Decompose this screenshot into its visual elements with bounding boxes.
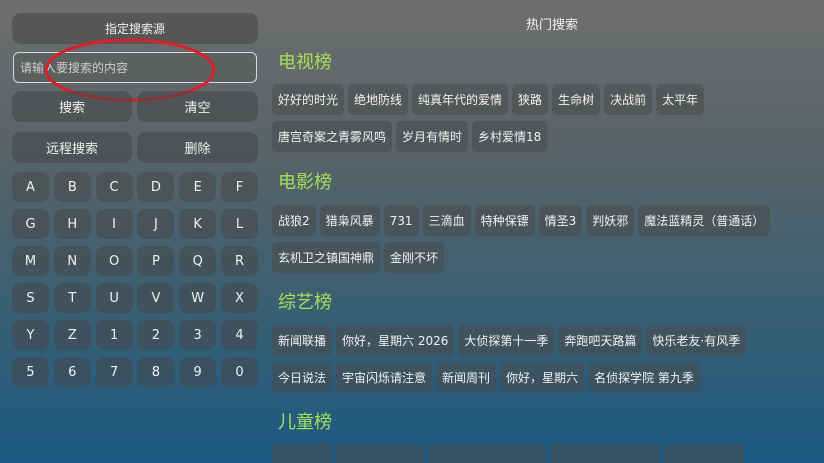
- hot-search-tag[interactable]: 大侦探第十一季: [458, 325, 555, 356]
- hot-search-tag[interactable]: 猎枭风暴: [319, 205, 380, 236]
- key-d[interactable]: D: [137, 172, 175, 202]
- hot-search-tag[interactable]: 太平年: [656, 84, 705, 115]
- hot-search-tag[interactable]: 名侦探学院 第九季: [588, 362, 700, 393]
- key-j[interactable]: J: [137, 209, 175, 239]
- remote-search-button[interactable]: 远程搜索: [12, 132, 132, 163]
- hot-search-tag[interactable]: 玄机卫之镇国神鼎: [272, 242, 381, 273]
- hot-search-tag[interactable]: 战狼2: [272, 205, 316, 236]
- key-9[interactable]: 9: [179, 357, 217, 387]
- key-a[interactable]: A: [12, 172, 49, 202]
- kids-tag[interactable]: [428, 444, 546, 463]
- hot-search-tag[interactable]: 新闻联播: [272, 325, 333, 356]
- key-f[interactable]: F: [220, 172, 258, 202]
- hot-search-tag[interactable]: 魔法蓝精灵（普通话）: [638, 205, 771, 236]
- key-b[interactable]: B: [53, 172, 91, 202]
- hot-search-tag[interactable]: 绝地防线: [348, 84, 409, 115]
- key-h[interactable]: H: [53, 209, 91, 239]
- movie-row-2: 玄机卫之镇国神鼎 金刚不坏: [272, 242, 445, 273]
- movie-row-1: 战狼2 猎枭风暴 731 三滴血 特种保镖 情圣3 判妖邪 魔法蓝精灵（普通话）: [272, 205, 771, 236]
- hot-search-tag[interactable]: 731: [383, 205, 419, 236]
- key-7[interactable]: 7: [95, 357, 133, 387]
- hot-search-tag[interactable]: 三滴血: [422, 205, 471, 236]
- kids-tag[interactable]: [272, 444, 332, 463]
- key-p[interactable]: P: [137, 246, 175, 276]
- hot-search-tag[interactable]: 奔跑吧天路篇: [558, 325, 643, 356]
- key-l[interactable]: L: [220, 209, 258, 239]
- key-v[interactable]: V: [137, 283, 175, 313]
- key-z[interactable]: Z: [53, 320, 91, 350]
- key-u[interactable]: U: [95, 283, 133, 313]
- tv-ranking-title: 电视榜: [278, 52, 332, 73]
- key-y[interactable]: Y: [12, 320, 49, 350]
- key-q[interactable]: Q: [179, 246, 217, 276]
- key-r[interactable]: R: [220, 246, 258, 276]
- virtual-keyboard: ABCDEF GHIJKL MNOPQR STUVWX YZ1234 567890: [12, 172, 258, 387]
- key-5[interactable]: 5: [12, 357, 49, 387]
- hot-search-tag[interactable]: 情圣3: [538, 205, 583, 236]
- variety-ranking-title: 综艺榜: [278, 292, 332, 313]
- hot-search-tag[interactable]: 纯真年代的爱情: [412, 84, 509, 115]
- variety-row-2: 今日说法 宇宙闪烁请注意 新闻周刊 你好，星期六 名侦探学院 第九季: [272, 362, 700, 393]
- key-2[interactable]: 2: [137, 320, 175, 350]
- movie-ranking-title: 电影榜: [278, 172, 332, 193]
- key-8[interactable]: 8: [137, 357, 175, 387]
- key-w[interactable]: W: [179, 283, 217, 313]
- key-k[interactable]: K: [179, 209, 217, 239]
- kids-tag[interactable]: [550, 444, 660, 463]
- key-o[interactable]: O: [95, 246, 133, 276]
- kids-tag[interactable]: [336, 444, 424, 463]
- hot-search-tag[interactable]: 好好的时光: [272, 84, 345, 115]
- kids-ranking-title: 儿童榜: [278, 412, 332, 433]
- hot-search-tag[interactable]: 新闻周刊: [436, 362, 497, 393]
- key-c[interactable]: C: [95, 172, 133, 202]
- hot-search-tag[interactable]: 快乐老友·有风季: [646, 325, 747, 356]
- key-i[interactable]: I: [95, 209, 133, 239]
- hot-search-tag[interactable]: 金刚不坏: [384, 242, 445, 273]
- hot-search-tag[interactable]: 你好，星期六: [500, 362, 585, 393]
- delete-button[interactable]: 删除: [137, 132, 258, 163]
- key-1[interactable]: 1: [95, 320, 133, 350]
- hot-search-tag[interactable]: 判妖邪: [586, 205, 635, 236]
- key-n[interactable]: N: [53, 246, 91, 276]
- kids-row-1: [272, 444, 744, 463]
- key-e[interactable]: E: [179, 172, 217, 202]
- clear-button[interactable]: 清空: [137, 91, 258, 122]
- specify-source-button[interactable]: 指定搜索源: [12, 13, 258, 44]
- variety-row-1: 新闻联播 你好，星期六 2026 大侦探第十一季 奔跑吧天路篇 快乐老友·有风季: [272, 325, 747, 356]
- hot-search-tag[interactable]: 今日说法: [272, 362, 333, 393]
- hot-search-tag[interactable]: 唐宫奇案之青雾风鸣: [272, 121, 393, 152]
- hot-search-title: 热门搜索: [525, 18, 578, 33]
- key-0[interactable]: 0: [220, 357, 258, 387]
- key-s[interactable]: S: [12, 283, 49, 313]
- tv-row-1: 好好的时光 绝地防线 纯真年代的爱情 狭路 生命树 决战前 太平年: [272, 84, 705, 115]
- search-button[interactable]: 搜索: [12, 91, 132, 122]
- hot-search-tag[interactable]: 生命树: [552, 84, 601, 115]
- hot-search-tag[interactable]: 特种保镖: [474, 205, 535, 236]
- hot-search-tag[interactable]: 宇宙闪烁请注意: [336, 362, 433, 393]
- key-g[interactable]: G: [12, 209, 49, 239]
- hot-search-tag[interactable]: 乡村爱情18: [472, 121, 548, 152]
- hot-search-tag[interactable]: 决战前: [604, 84, 653, 115]
- key-t[interactable]: T: [53, 283, 91, 313]
- key-4[interactable]: 4: [220, 320, 258, 350]
- hot-search-tag[interactable]: 岁月有情时: [396, 121, 469, 152]
- search-input[interactable]: [13, 52, 257, 83]
- key-x[interactable]: X: [220, 283, 258, 313]
- hot-search-tag[interactable]: 你好，星期六 2026: [336, 325, 455, 356]
- hot-search-tag[interactable]: 狭路: [512, 84, 549, 115]
- tv-row-2: 唐宫奇案之青雾风鸣 岁月有情时 乡村爱情18: [272, 121, 548, 152]
- key-6[interactable]: 6: [53, 357, 91, 387]
- key-3[interactable]: 3: [179, 320, 217, 350]
- key-m[interactable]: M: [12, 246, 49, 276]
- kids-tag[interactable]: [664, 444, 744, 463]
